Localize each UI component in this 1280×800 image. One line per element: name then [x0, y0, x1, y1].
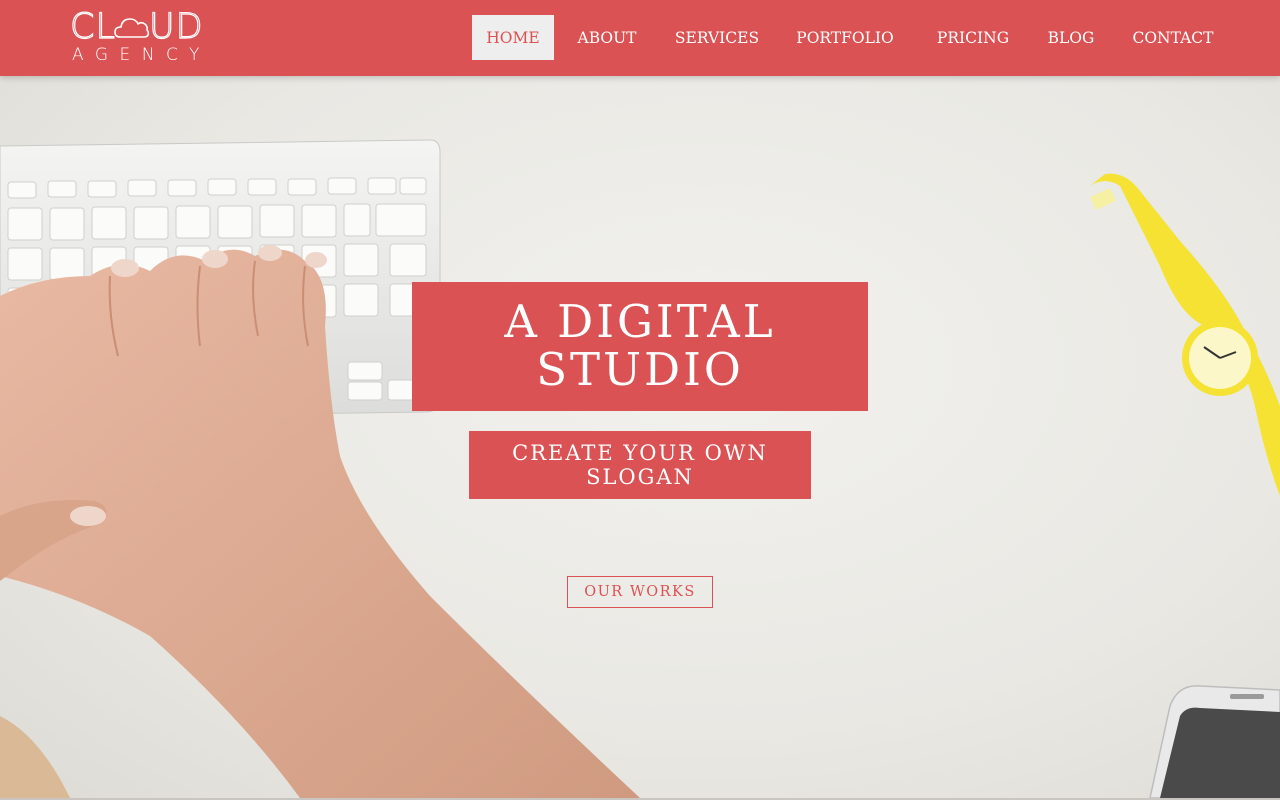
nav-blog[interactable]: BLOG [1030, 15, 1112, 60]
cloud-icon [114, 18, 150, 38]
logo-wordmark: CL UD [69, 7, 204, 47]
nav-portfolio[interactable]: PORTFOLIO [774, 15, 916, 60]
hero-title-line2: STUDIO [536, 343, 744, 396]
main-nav: HOME ABOUT SERVICES PORTFOLIO PRICING BL… [472, 15, 1234, 60]
hero-section: A DIGITAL STUDIO CREATE YOUR OWN SLOGAN … [0, 76, 1280, 798]
logo-text-right: UD [148, 7, 204, 47]
brand-logo[interactable]: CL UD AGENCY [69, 7, 220, 66]
watch-illustration [1090, 173, 1280, 496]
nav-pricing[interactable]: PRICING [916, 15, 1030, 60]
hero-title-line1: A DIGITAL [504, 295, 776, 348]
site-header: CL UD AGENCY HOME ABOUT SERVICES PORTFOL… [0, 0, 1280, 76]
nav-about[interactable]: ABOUT [554, 15, 660, 60]
hero-slogan-line1: CREATE YOUR OWN [512, 441, 768, 465]
hero-slogan: CREATE YOUR OWN SLOGAN [469, 431, 811, 499]
hero-slogan-line2: SLOGAN [586, 465, 694, 489]
logo-subtitle: AGENCY [72, 45, 211, 65]
nav-home[interactable]: HOME [472, 15, 554, 60]
nav-services[interactable]: SERVICES [660, 15, 774, 60]
nav-contact[interactable]: CONTACT [1112, 15, 1234, 60]
phone-illustration [1149, 685, 1280, 798]
hero-title: A DIGITAL STUDIO [412, 282, 868, 411]
logo-text-left: CL [69, 7, 116, 47]
our-works-button[interactable]: OUR WORKS [567, 576, 713, 608]
